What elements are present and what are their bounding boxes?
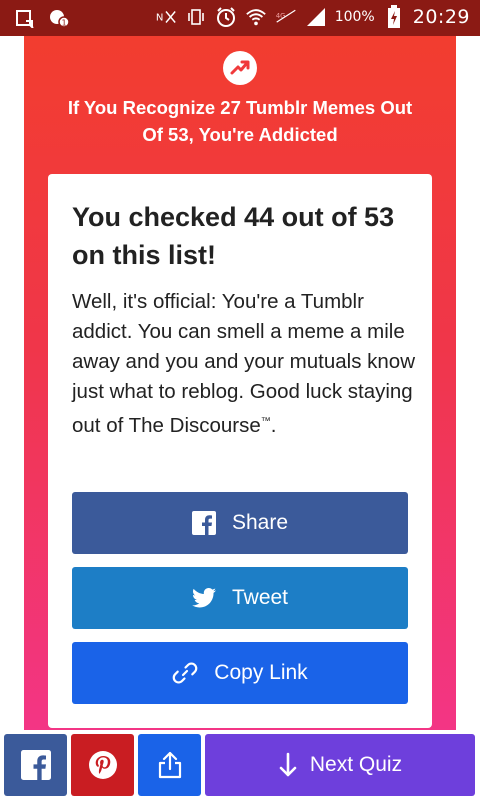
quiz-title-line-1: If You Recognize 27 Tumblr Memes Out bbox=[67, 97, 413, 118]
vibrate-icon bbox=[185, 6, 207, 28]
twitter-tweet-label: Tweet bbox=[231, 586, 289, 609]
nfc-icon: N bbox=[155, 6, 177, 28]
twitter-icon bbox=[191, 588, 216, 608]
next-quiz-label: Next Quiz bbox=[309, 753, 403, 776]
bottom-share-button[interactable] bbox=[138, 734, 201, 796]
wifi-icon bbox=[245, 6, 267, 28]
notification-icon: 1 bbox=[48, 7, 70, 29]
copy-link-button[interactable]: Copy Link bbox=[72, 642, 408, 704]
result-description: Well, it's official: You're a Tumblr add… bbox=[72, 287, 417, 441]
link-icon bbox=[172, 662, 198, 684]
facebook-icon bbox=[20, 750, 51, 780]
bottom-facebook-button[interactable] bbox=[4, 734, 67, 796]
arrow-down-icon bbox=[279, 752, 297, 777]
quiz-title: If You Recognize 27 Tumblr Memes Out Of … bbox=[40, 94, 440, 148]
battery-percent: 100% bbox=[334, 9, 375, 25]
battery-charging-icon bbox=[383, 5, 405, 28]
share-icon bbox=[158, 751, 181, 779]
trademark-symbol: ™ bbox=[260, 416, 271, 427]
copy-link-label: Copy Link bbox=[214, 661, 308, 684]
svg-text:1: 1 bbox=[61, 19, 66, 28]
clock: 20:29 bbox=[412, 6, 470, 28]
signal-icon bbox=[305, 6, 327, 28]
quiz-title-line-2: Of 53, You're Addicted bbox=[142, 124, 338, 145]
twitter-tweet-button[interactable]: Tweet bbox=[72, 567, 408, 629]
next-quiz-button[interactable]: Next Quiz bbox=[205, 734, 475, 796]
status-bar: 1 N 4G 100% 20:29 bbox=[0, 0, 480, 36]
svg-text:4G: 4G bbox=[276, 12, 286, 20]
trending-arrow-icon bbox=[230, 60, 250, 75]
facebook-icon bbox=[191, 511, 216, 535]
facebook-share-label: Share bbox=[231, 511, 289, 534]
result-body-text: Well, it's official: You're a Tumblr add… bbox=[72, 290, 416, 437]
facebook-share-button[interactable]: Share bbox=[72, 492, 408, 554]
trending-badge bbox=[223, 51, 257, 85]
svg-text:N: N bbox=[156, 13, 164, 24]
result-body-end: . bbox=[270, 413, 277, 437]
alarm-icon bbox=[215, 6, 237, 28]
no-data-icon: 4G bbox=[275, 6, 297, 28]
screenshot-icon bbox=[14, 7, 36, 29]
pinterest-icon bbox=[88, 751, 117, 779]
result-heading: You checked 44 out of 53 on this list! bbox=[72, 202, 395, 270]
bottom-pinterest-button[interactable] bbox=[71, 734, 134, 796]
